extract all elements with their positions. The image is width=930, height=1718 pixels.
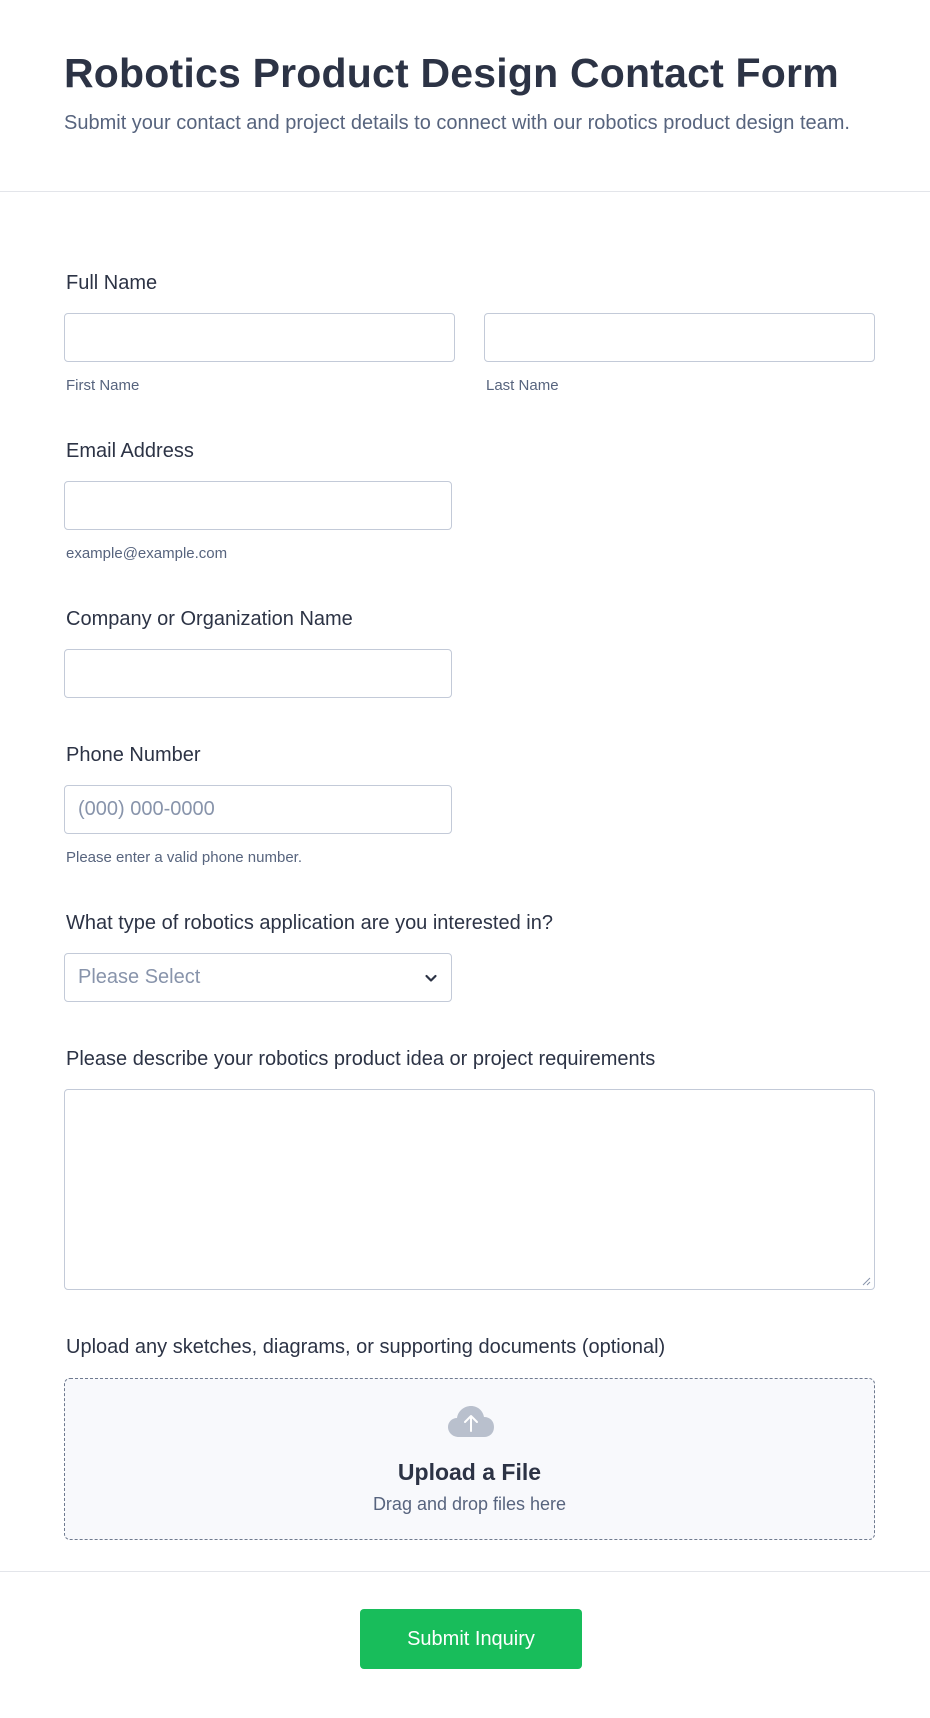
last-name-input[interactable] — [484, 313, 875, 362]
first-name-input[interactable] — [64, 313, 455, 362]
phone-sublabel: Please enter a valid phone number. — [66, 849, 302, 866]
footer-divider — [0, 1571, 930, 1572]
first-name-sublabel: First Name — [66, 377, 140, 394]
description-label: Please describe your robotics product id… — [66, 1048, 656, 1070]
application-type-label: What type of robotics application are yo… — [66, 912, 553, 934]
email-sublabel: example@example.com — [66, 545, 228, 562]
email-label: Email Address — [66, 440, 194, 462]
resize-handle-icon[interactable] — [862, 1277, 871, 1286]
company-label: Company or Organization Name — [66, 608, 353, 630]
chevron-down-icon — [425, 974, 437, 982]
application-type-selected: Please Select — [78, 966, 201, 988]
last-name-sublabel: Last Name — [486, 377, 559, 394]
submit-button[interactable]: Submit Inquiry — [360, 1609, 582, 1669]
description-textarea[interactable] — [64, 1089, 875, 1290]
application-type-select[interactable]: Please Select — [64, 953, 452, 1002]
upload-label: Upload any sketches, diagrams, or suppor… — [66, 1336, 666, 1358]
page-subtitle: Submit your contact and project details … — [64, 112, 850, 135]
cloud-upload-icon — [448, 1406, 494, 1437]
form-header: Robotics Product Design Contact Form Sub… — [0, 0, 930, 193]
phone-input[interactable]: (000) 000-0000 — [64, 785, 452, 834]
full-name-label: Full Name — [66, 272, 158, 294]
file-upload-dropzone[interactable]: Upload a File Drag and drop files here — [64, 1378, 875, 1540]
email-input[interactable] — [64, 481, 452, 530]
company-input[interactable] — [64, 649, 452, 698]
upload-title: Upload a File — [397, 1459, 542, 1485]
phone-label: Phone Number — [66, 744, 201, 766]
upload-subtitle: Drag and drop files here — [372, 1494, 567, 1514]
page-title: Robotics Product Design Contact Form — [64, 50, 839, 96]
